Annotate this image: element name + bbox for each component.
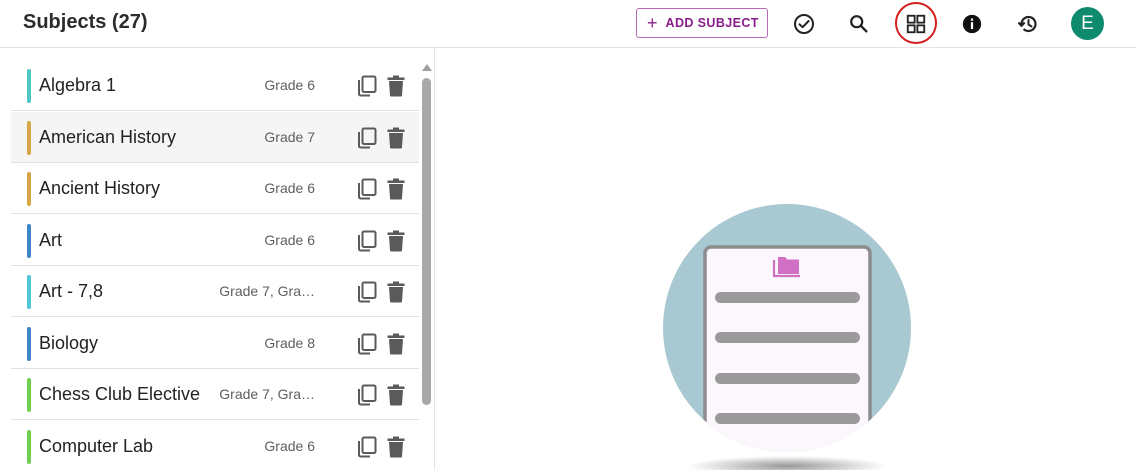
subject-row[interactable]: Biology Grade 8 (11, 318, 419, 369)
trash-icon[interactable] (387, 178, 405, 205)
grid-view-icon[interactable] (898, 6, 934, 42)
copy-icon[interactable] (355, 126, 379, 155)
subject-name: Algebra 1 (39, 75, 117, 95)
copy-icon[interactable] (355, 332, 379, 361)
subject-color-bar (27, 172, 31, 206)
info-icon[interactable] (954, 6, 990, 42)
subject-row[interactable]: American History Grade 7 (11, 111, 419, 163)
subject-grade: Grade 6 (264, 437, 315, 454)
subject-row[interactable]: Computer Lab Grade 6 (11, 421, 419, 471)
copy-icon[interactable] (355, 435, 379, 464)
copy-icon[interactable] (355, 177, 379, 206)
subject-color-bar (27, 326, 31, 361)
check-circle-icon[interactable] (786, 6, 822, 42)
subject-grade: Grade 6 (264, 180, 315, 196)
copy-icon[interactable] (355, 74, 379, 103)
history-icon[interactable] (1010, 6, 1046, 42)
trash-icon[interactable] (387, 75, 405, 102)
subject-row[interactable]: Chess Club Elective Grade 7, Gra… (11, 369, 419, 420)
plus-icon: + (647, 13, 658, 33)
subject-row[interactable]: Algebra 1 Grade 6 (11, 60, 419, 111)
subject-color-bar (27, 69, 31, 103)
trash-icon[interactable] (387, 333, 405, 360)
panel-divider (434, 48, 435, 470)
trash-icon[interactable] (387, 230, 405, 257)
subject-grade: Grade 7 (264, 128, 315, 145)
subject-grade: Grade 8 (264, 334, 315, 351)
trash-icon[interactable] (387, 127, 405, 154)
subject-grade: Grade 6 (264, 77, 315, 93)
subject-row[interactable]: Art Grade 6 (11, 215, 419, 266)
trash-icon[interactable] (387, 436, 405, 463)
scroll-up-arrow-icon[interactable] (422, 64, 432, 71)
subject-name: Art (39, 229, 63, 250)
subject-grade: Grade 7, Gra… (219, 283, 315, 299)
subject-row[interactable]: Art - 7,8 Grade 7, Gra… (11, 266, 419, 317)
subject-color-bar (27, 275, 31, 309)
page-title: Subjects (27) (23, 11, 148, 33)
subject-grade: Grade 6 (264, 231, 315, 248)
copy-icon[interactable] (355, 383, 379, 412)
subject-name: Art - 7,8 (39, 281, 104, 301)
subject-color-bar (27, 120, 31, 155)
subject-row[interactable]: Ancient History Grade 6 (11, 163, 419, 214)
subject-color-bar (27, 223, 31, 258)
search-icon[interactable] (841, 6, 877, 42)
copy-icon[interactable] (355, 280, 379, 309)
subject-name: Chess Club Elective (39, 384, 201, 404)
subject-color-bar (27, 378, 31, 412)
copy-icon[interactable] (355, 229, 379, 258)
subject-list: Algebra 1 Grade 6 American History Grade 7A… (11, 60, 419, 470)
avatar[interactable]: E (1071, 7, 1104, 40)
list-scrollbar[interactable] (420, 60, 433, 470)
add-subject-button[interactable]: + ADD SUBJECT (636, 8, 768, 38)
app-header: Subjects (27) + ADD SUBJECT E (0, 0, 1136, 48)
trash-icon[interactable] (387, 281, 405, 308)
subject-grade: Grade 7, Gra… (219, 386, 315, 402)
subject-name: Biology (39, 332, 99, 353)
add-subject-label: ADD SUBJECT (665, 16, 759, 30)
subject-color-bar (27, 429, 31, 464)
subject-name: Computer Lab (39, 435, 154, 456)
scrollbar-thumb[interactable] (422, 78, 431, 405)
trash-icon[interactable] (387, 384, 405, 411)
subject-name: American History (39, 126, 177, 147)
subject-name: Ancient History (39, 178, 161, 198)
empty-state-illustration (640, 200, 940, 475)
